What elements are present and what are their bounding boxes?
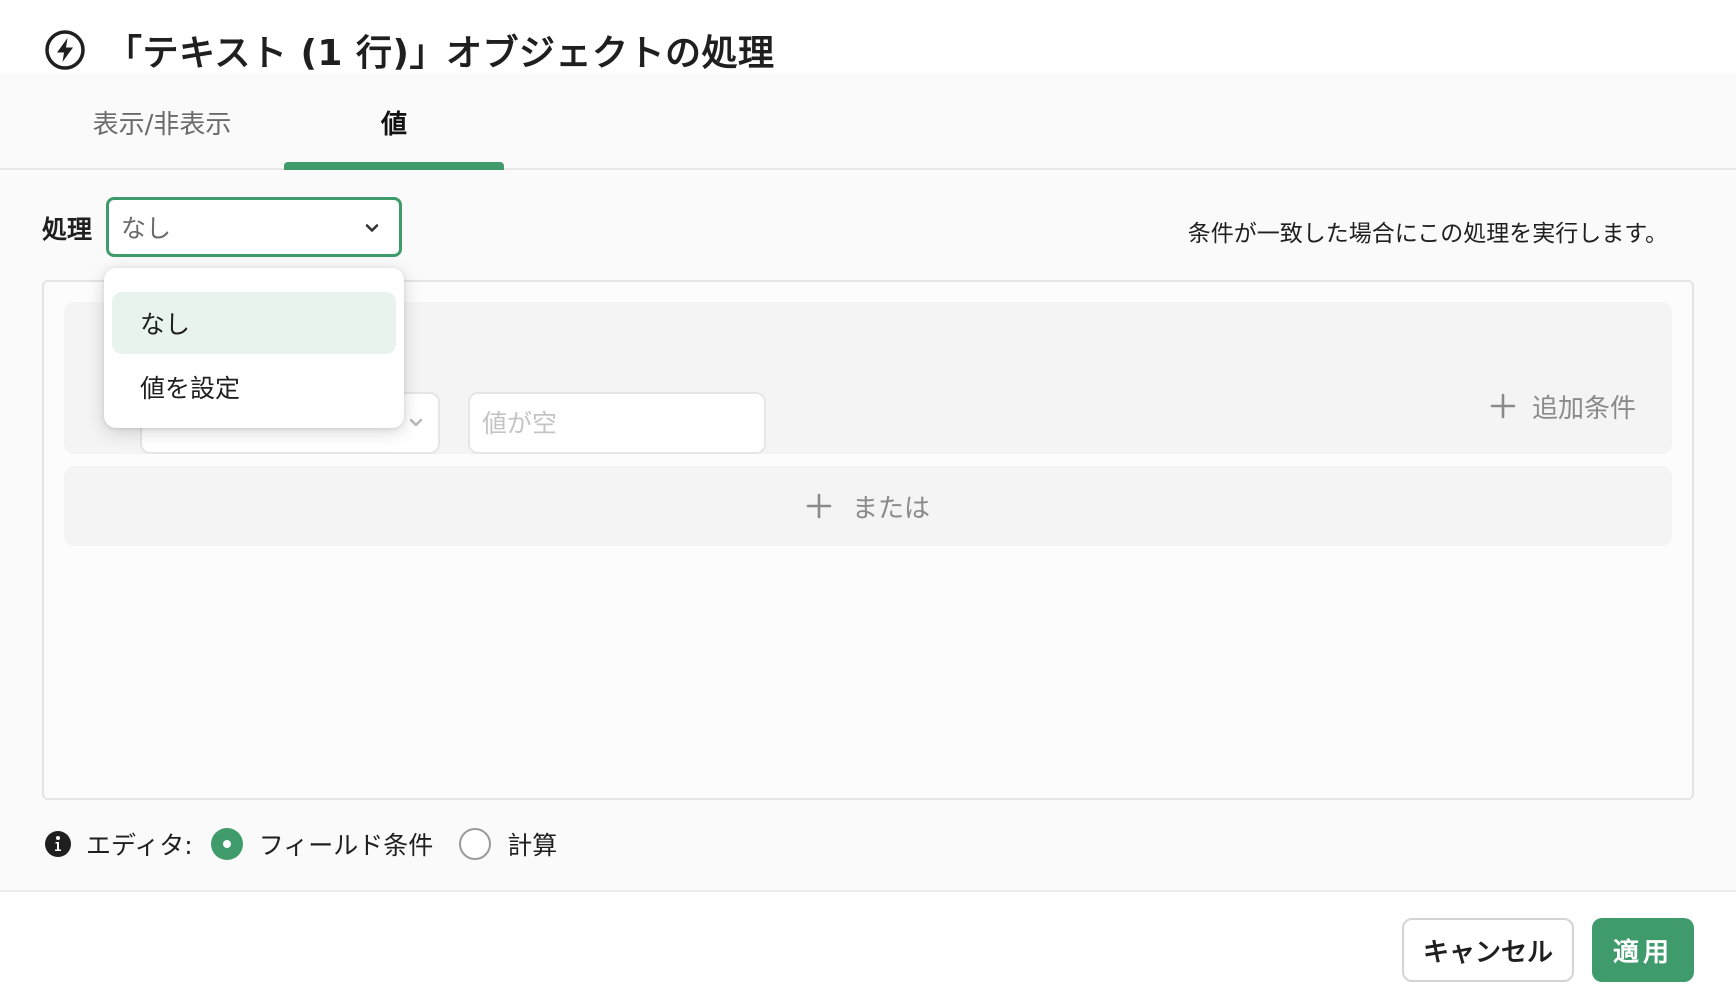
radio-dot <box>222 840 231 848</box>
chevron-down-icon <box>409 418 423 427</box>
add-condition-button[interactable]: 追加条件 <box>1490 386 1636 426</box>
condition-value-input[interactable] <box>468 392 766 454</box>
radio-field-conditions[interactable] <box>210 828 243 860</box>
plus-icon <box>806 493 832 519</box>
action-select[interactable]: なし <box>106 197 402 257</box>
editor-mode-row: エディタ: フィールド条件 計算 <box>44 826 583 862</box>
add-or-group-button[interactable]: または <box>64 466 1672 546</box>
add-condition-label: 追加条件 <box>1531 393 1636 424</box>
or-label: または <box>851 493 930 524</box>
dialog-header: 「テキスト (1 行)」オブジェクトの処理 <box>0 0 1736 74</box>
dropdown-option-set-value[interactable]: 値を設定 <box>112 356 396 418</box>
cancel-button[interactable]: キャンセル <box>1402 918 1574 982</box>
radio-label-calculation[interactable]: 計算 <box>507 826 557 862</box>
dialog-title: 「テキスト (1 行)」オブジェクトの処理 <box>106 33 775 74</box>
apply-button[interactable]: 適用 <box>1592 918 1694 982</box>
dialog-footer: キャンセル 適用 <box>0 890 1736 1000</box>
plus-icon <box>1490 393 1516 419</box>
processing-dialog: 「テキスト (1 行)」オブジェクトの処理 表示/非表示 値 処理 なし 条件が… <box>0 0 1736 1000</box>
lightning-bolt-icon <box>45 30 85 70</box>
info-icon <box>45 831 71 857</box>
active-tab-indicator <box>284 162 504 170</box>
action-label: 処理 <box>42 215 93 244</box>
dropdown-option-none[interactable]: なし <box>112 292 396 354</box>
tab-visibility[interactable]: 表示/非表示 <box>52 74 272 170</box>
radio-calculation[interactable] <box>459 828 492 860</box>
radio-label-field-conditions[interactable]: フィールド条件 <box>259 826 434 862</box>
chevron-down-icon <box>365 224 379 232</box>
tab-value[interactable]: 値 <box>284 74 504 170</box>
action-dropdown-menu: なし 値を設定 <box>104 268 404 428</box>
action-description: 条件が一致した場合にこの処理を実行します。 <box>1187 221 1668 247</box>
editor-label: エディタ: <box>86 831 193 860</box>
action-select-value: なし <box>121 214 172 243</box>
tab-bar: 表示/非表示 値 <box>0 74 1736 170</box>
